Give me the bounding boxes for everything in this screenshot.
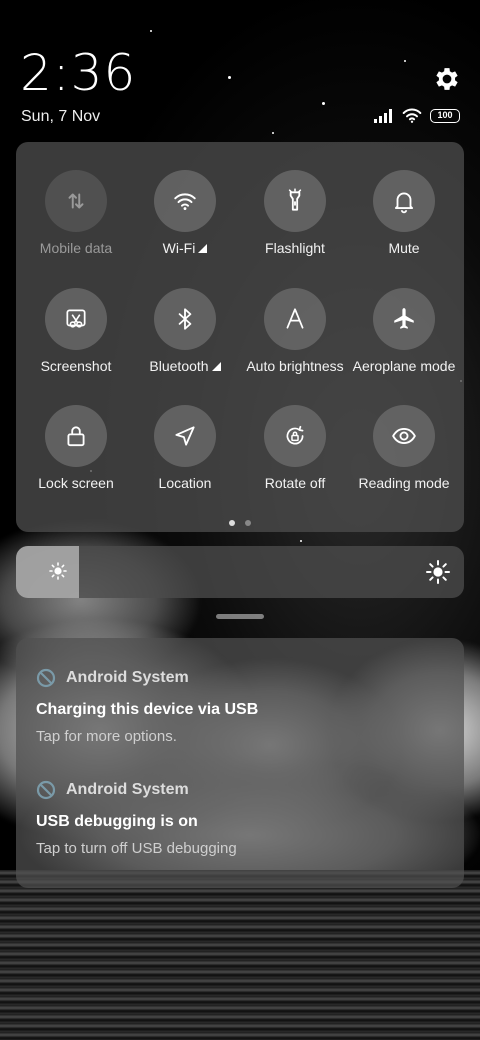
tile-location[interactable]: Location <box>130 405 240 509</box>
notification-title: USB debugging is on <box>36 813 198 830</box>
tile-label-text: Bluetooth <box>149 358 209 374</box>
mobile-data-icon <box>68 193 84 209</box>
auto-brightness-icon <box>286 308 304 329</box>
location-icon <box>175 426 195 446</box>
rotate-lock-icon <box>286 425 304 445</box>
tile-mobile-data[interactable]: Mobile data <box>21 170 131 274</box>
signal-icon <box>374 108 392 123</box>
notification-header: Android System <box>36 668 446 688</box>
android-system-icon <box>36 668 56 688</box>
notification-app-name: Android System <box>66 781 189 798</box>
screenshot-icon <box>66 309 86 328</box>
android-system-icon <box>36 780 56 800</box>
bluetooth-icon <box>178 308 192 330</box>
tile-label-text: Wi-Fi <box>162 240 196 256</box>
lock-icon <box>67 426 85 447</box>
notification-shade: 2:36 Sun, 7 Nov 100 Mobile data Wi-Fi Flas… <box>0 0 480 1040</box>
tile-label-text: Mute <box>388 240 420 256</box>
tile-label: Location <box>159 475 212 491</box>
tile-label-text: Location <box>158 475 212 491</box>
tile-label: Mute <box>388 240 419 256</box>
tile-label: Auto brightness <box>246 358 343 374</box>
tile-label-text: Aeroplane mode <box>352 358 456 374</box>
bell-icon <box>394 192 414 214</box>
aeroplane-icon <box>394 308 414 329</box>
tile-label: Flashlight <box>265 240 325 256</box>
shade-drag-handle[interactable] <box>216 614 264 619</box>
tile-aeroplane-mode[interactable]: Aeroplane mode <box>349 288 459 392</box>
tile-label-text: Screenshot <box>40 358 112 374</box>
clock[interactable]: 2:36 <box>20 44 136 102</box>
wifi-status-icon <box>402 108 422 123</box>
tile-toggle-bluetooth[interactable] <box>154 288 216 350</box>
tile-rotate-off[interactable]: Rotate off <box>240 405 350 509</box>
tile-label-text: Mobile data <box>39 240 113 256</box>
notification-body: Tap to turn off USB debugging <box>36 840 237 857</box>
brightness-slider[interactable] <box>16 546 464 598</box>
wifi-icon <box>174 193 196 210</box>
tile-label-text: Flashlight <box>265 240 325 256</box>
settings-button[interactable] <box>432 64 462 94</box>
tile-label: Reading mode <box>358 475 449 491</box>
tile-bluetooth[interactable]: Bluetooth <box>130 288 240 392</box>
tile-mute[interactable]: Mute <box>349 170 459 274</box>
tile-label: Mobile data <box>40 240 112 256</box>
tile-label: Lock screen <box>38 475 113 491</box>
brightness-high-icon <box>426 560 450 584</box>
tile-screenshot[interactable]: Screenshot <box>21 288 131 392</box>
notification-app-name: Android System <box>66 669 189 686</box>
flashlight-icon <box>288 188 302 211</box>
page-indicator <box>16 520 464 526</box>
tile-wi-fi[interactable]: Wi-Fi <box>130 170 240 274</box>
battery-indicator: 100 <box>430 108 460 123</box>
gear-icon <box>436 68 458 90</box>
tile-label-text: Lock screen <box>38 475 114 491</box>
tile-toggle-aeroplane-mode[interactable] <box>373 288 435 350</box>
tile-toggle-reading-mode[interactable] <box>373 405 435 467</box>
notification-list: Android System Charging this device via … <box>16 638 464 888</box>
notification-title: Charging this device via USB <box>36 701 259 718</box>
tile-menu-indicator-icon[interactable] <box>198 243 208 253</box>
tile-menu-indicator-icon[interactable] <box>211 361 221 371</box>
page-dot-2[interactable] <box>245 520 251 526</box>
tile-label-text: Reading mode <box>358 475 450 491</box>
tile-label-text: Rotate off <box>264 475 326 491</box>
date[interactable]: Sun, 7 Nov <box>21 108 100 126</box>
notification-body: Tap for more options. <box>36 728 177 745</box>
tile-reading-mode[interactable]: Reading mode <box>349 405 459 509</box>
tile-flashlight[interactable]: Flashlight <box>240 170 350 274</box>
tile-lock-screen[interactable]: Lock screen <box>21 405 131 509</box>
status-icons: 100 <box>374 108 460 123</box>
notification-usb-charging[interactable]: Android System Charging this device via … <box>36 668 446 745</box>
tile-toggle-wi-fi[interactable] <box>154 170 216 232</box>
brightness-low-icon <box>49 562 67 580</box>
tile-toggle-lock-screen[interactable] <box>45 405 107 467</box>
tile-toggle-screenshot[interactable] <box>45 288 107 350</box>
notification-header: Android System <box>36 780 446 800</box>
notification-usb-debugging[interactable]: Android System USB debugging is on Tap t… <box>36 780 446 857</box>
quick-settings-panel: Mobile data Wi-Fi Flashlight Mute Screenshot… <box>16 142 464 532</box>
tile-toggle-mobile-data[interactable] <box>45 170 107 232</box>
tile-auto-brightness[interactable]: Auto brightness <box>240 288 350 392</box>
eye-icon <box>392 428 416 444</box>
tile-toggle-location[interactable] <box>154 405 216 467</box>
tile-label: Bluetooth <box>149 358 221 374</box>
tile-toggle-rotate-off[interactable] <box>264 405 326 467</box>
tile-label: Aeroplane mode <box>353 358 456 374</box>
tile-label-text: Auto brightness <box>246 358 344 374</box>
tile-label: Rotate off <box>265 475 325 491</box>
tile-toggle-flashlight[interactable] <box>264 170 326 232</box>
tile-toggle-mute[interactable] <box>373 170 435 232</box>
tile-label: Screenshot <box>41 358 112 374</box>
tile-toggle-auto-brightness[interactable] <box>264 288 326 350</box>
tile-label: Wi-Fi <box>163 240 208 256</box>
page-dot-1[interactable] <box>229 520 235 526</box>
